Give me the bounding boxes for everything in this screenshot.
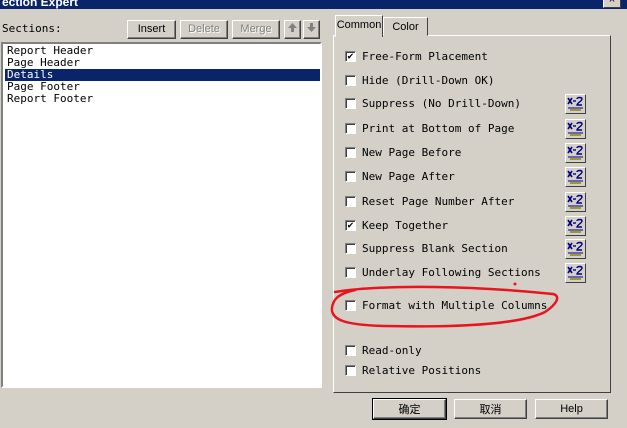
formula-icon xyxy=(567,218,583,233)
tab-common[interactable]: Common xyxy=(335,15,383,37)
formula-icon xyxy=(567,194,583,209)
sections-list[interactable]: Report Header Page Header Details Page F… xyxy=(1,42,322,388)
delete-button[interactable]: Delete xyxy=(180,20,228,39)
arrow-down-icon xyxy=(307,23,316,32)
formula-button[interactable] xyxy=(565,119,586,139)
read-only-checkbox[interactable] xyxy=(345,345,356,356)
title-bar: ection Expert xyxy=(0,0,627,9)
formula-button[interactable] xyxy=(565,143,586,163)
formula-button[interactable] xyxy=(565,192,586,212)
formula-icon xyxy=(567,145,583,160)
new-page-after-checkbox[interactable] xyxy=(345,171,356,182)
formula-button[interactable] xyxy=(565,94,586,114)
sections-label: Sections: xyxy=(2,22,62,35)
relative-positions-checkbox[interactable] xyxy=(345,365,356,376)
tab-color[interactable]: Color xyxy=(383,17,428,36)
tab-panel-common xyxy=(333,35,611,393)
formula-icon xyxy=(567,169,583,184)
move-down-button[interactable] xyxy=(303,20,320,39)
formula-icon xyxy=(567,265,583,280)
close-button[interactable]: × xyxy=(603,0,621,8)
formula-button[interactable] xyxy=(565,167,586,187)
free-form-placement-checkbox[interactable]: ✔ xyxy=(345,51,356,62)
arrow-up-icon xyxy=(288,23,297,32)
ok-button[interactable]: 确定 xyxy=(372,398,447,420)
formula-button[interactable] xyxy=(565,216,586,236)
formula-icon xyxy=(567,121,583,136)
suppress-checkbox[interactable] xyxy=(345,98,356,109)
merge-button[interactable]: Merge xyxy=(232,20,280,39)
help-button[interactable]: Help xyxy=(535,399,608,419)
cancel-button[interactable]: 取消 xyxy=(454,399,527,419)
keep-together-checkbox[interactable]: ✔ xyxy=(345,220,356,231)
formula-icon xyxy=(567,96,583,111)
print-at-bottom-checkbox[interactable] xyxy=(345,123,356,134)
formula-button[interactable] xyxy=(565,239,586,259)
underlay-following-checkbox[interactable] xyxy=(345,267,356,278)
reset-page-number-checkbox[interactable] xyxy=(345,196,356,207)
suppress-blank-section-checkbox[interactable] xyxy=(345,243,356,254)
red-highlight-annotation xyxy=(330,282,559,328)
formula-icon xyxy=(567,241,583,256)
new-page-before-checkbox[interactable] xyxy=(345,147,356,158)
list-item-report-footer[interactable]: Report Footer xyxy=(5,93,95,105)
formula-button[interactable] xyxy=(565,263,586,283)
move-up-button[interactable] xyxy=(284,20,301,39)
window-title: ection Expert xyxy=(2,0,79,9)
hide-drill-down-checkbox[interactable] xyxy=(345,75,356,86)
insert-button[interactable]: Insert xyxy=(127,20,176,39)
